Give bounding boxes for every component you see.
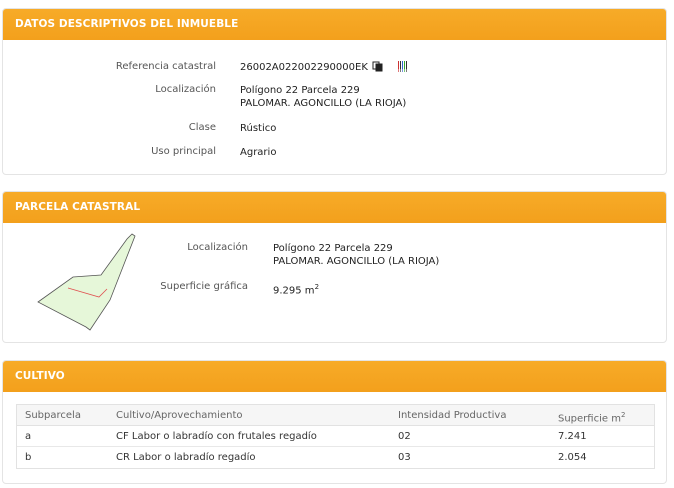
- parcela-localizacion-line2: PALOMAR. AGONCILLO (LA RIOJA): [273, 256, 440, 267]
- parcela-localizacion-label: Localización: [187, 242, 248, 253]
- referencia-label: Referencia catastral: [115, 61, 216, 72]
- table-row: a CF Labor o labradío con frutales regad…: [17, 426, 654, 447]
- uso-label: Uso principal: [151, 146, 216, 157]
- header-superficie-text: Superficie m: [558, 413, 621, 425]
- copy-icon[interactable]: [372, 61, 383, 72]
- uso-value: Agrario: [240, 147, 277, 158]
- datos-descriptivos-panel: DATOS DESCRIPTIVOS DEL INMUEBLE Referenc…: [2, 8, 667, 175]
- localizacion-line2: PALOMAR. AGONCILLO (LA RIOJA): [240, 98, 407, 109]
- superficie-number: 9.295 m: [273, 285, 315, 297]
- cell-intensidad: 03: [398, 452, 411, 463]
- parcela-catastral-panel: PARCELA CATASTRAL Localización Polígono …: [2, 191, 667, 343]
- header-subparcela: Subparcela: [25, 410, 81, 421]
- parcela-localizacion-value: Polígono 22 Parcela 229 PALOMAR. AGONCIL…: [273, 242, 439, 268]
- header-cultivo: Cultivo/Aprovechamiento: [116, 410, 243, 421]
- referencia-row: 26002A022002290000EK: [240, 60, 409, 74]
- localizacion-label: Localización: [155, 84, 216, 95]
- table-header-row: Subparcela Cultivo/Aprovechamiento Inten…: [17, 405, 654, 426]
- clase-value: Rústico: [240, 123, 277, 134]
- localizacion-value: Polígono 22 Parcela 229 PALOMAR. AGONCIL…: [240, 84, 406, 110]
- cell-subparcela: a: [25, 431, 32, 442]
- referencia-value[interactable]: 26002A022002290000EK: [240, 62, 368, 73]
- cell-subparcela: b: [25, 452, 32, 463]
- header-superficie-sup: 2: [620, 411, 626, 419]
- superficie-label: Superficie gráfica: [160, 281, 248, 292]
- superficie-unit-sup: 2: [314, 283, 320, 291]
- cultivo-panel: CULTIVO Subparcela Cultivo/Aprovechamien…: [2, 360, 667, 484]
- cell-superficie: 2.054: [558, 452, 587, 463]
- superficie-value: 9.295 m2: [273, 281, 319, 297]
- cell-cultivo: CF Labor o labradío con frutales regadío: [116, 431, 317, 442]
- clase-label: Clase: [188, 122, 216, 133]
- cell-cultivo: CR Labor o labradío regadío: [116, 452, 256, 463]
- cultivo-table: Subparcela Cultivo/Aprovechamiento Inten…: [16, 404, 655, 469]
- cultivo-title: CULTIVO: [3, 361, 666, 392]
- cell-superficie: 7.241: [558, 431, 587, 442]
- barcode-icon[interactable]: [398, 60, 409, 72]
- parcela-catastral-title: PARCELA CATASTRAL: [3, 192, 666, 223]
- header-intensidad: Intensidad Productiva: [398, 410, 507, 421]
- table-row: b CR Labor o labradío regadío 03 2.054: [17, 447, 654, 468]
- localizacion-line1: Polígono 22 Parcela 229: [240, 85, 360, 96]
- parcela-localizacion-line1: Polígono 22 Parcela 229: [273, 243, 393, 254]
- cell-intensidad: 02: [398, 431, 411, 442]
- datos-descriptivos-title: DATOS DESCRIPTIVOS DEL INMUEBLE: [3, 9, 666, 40]
